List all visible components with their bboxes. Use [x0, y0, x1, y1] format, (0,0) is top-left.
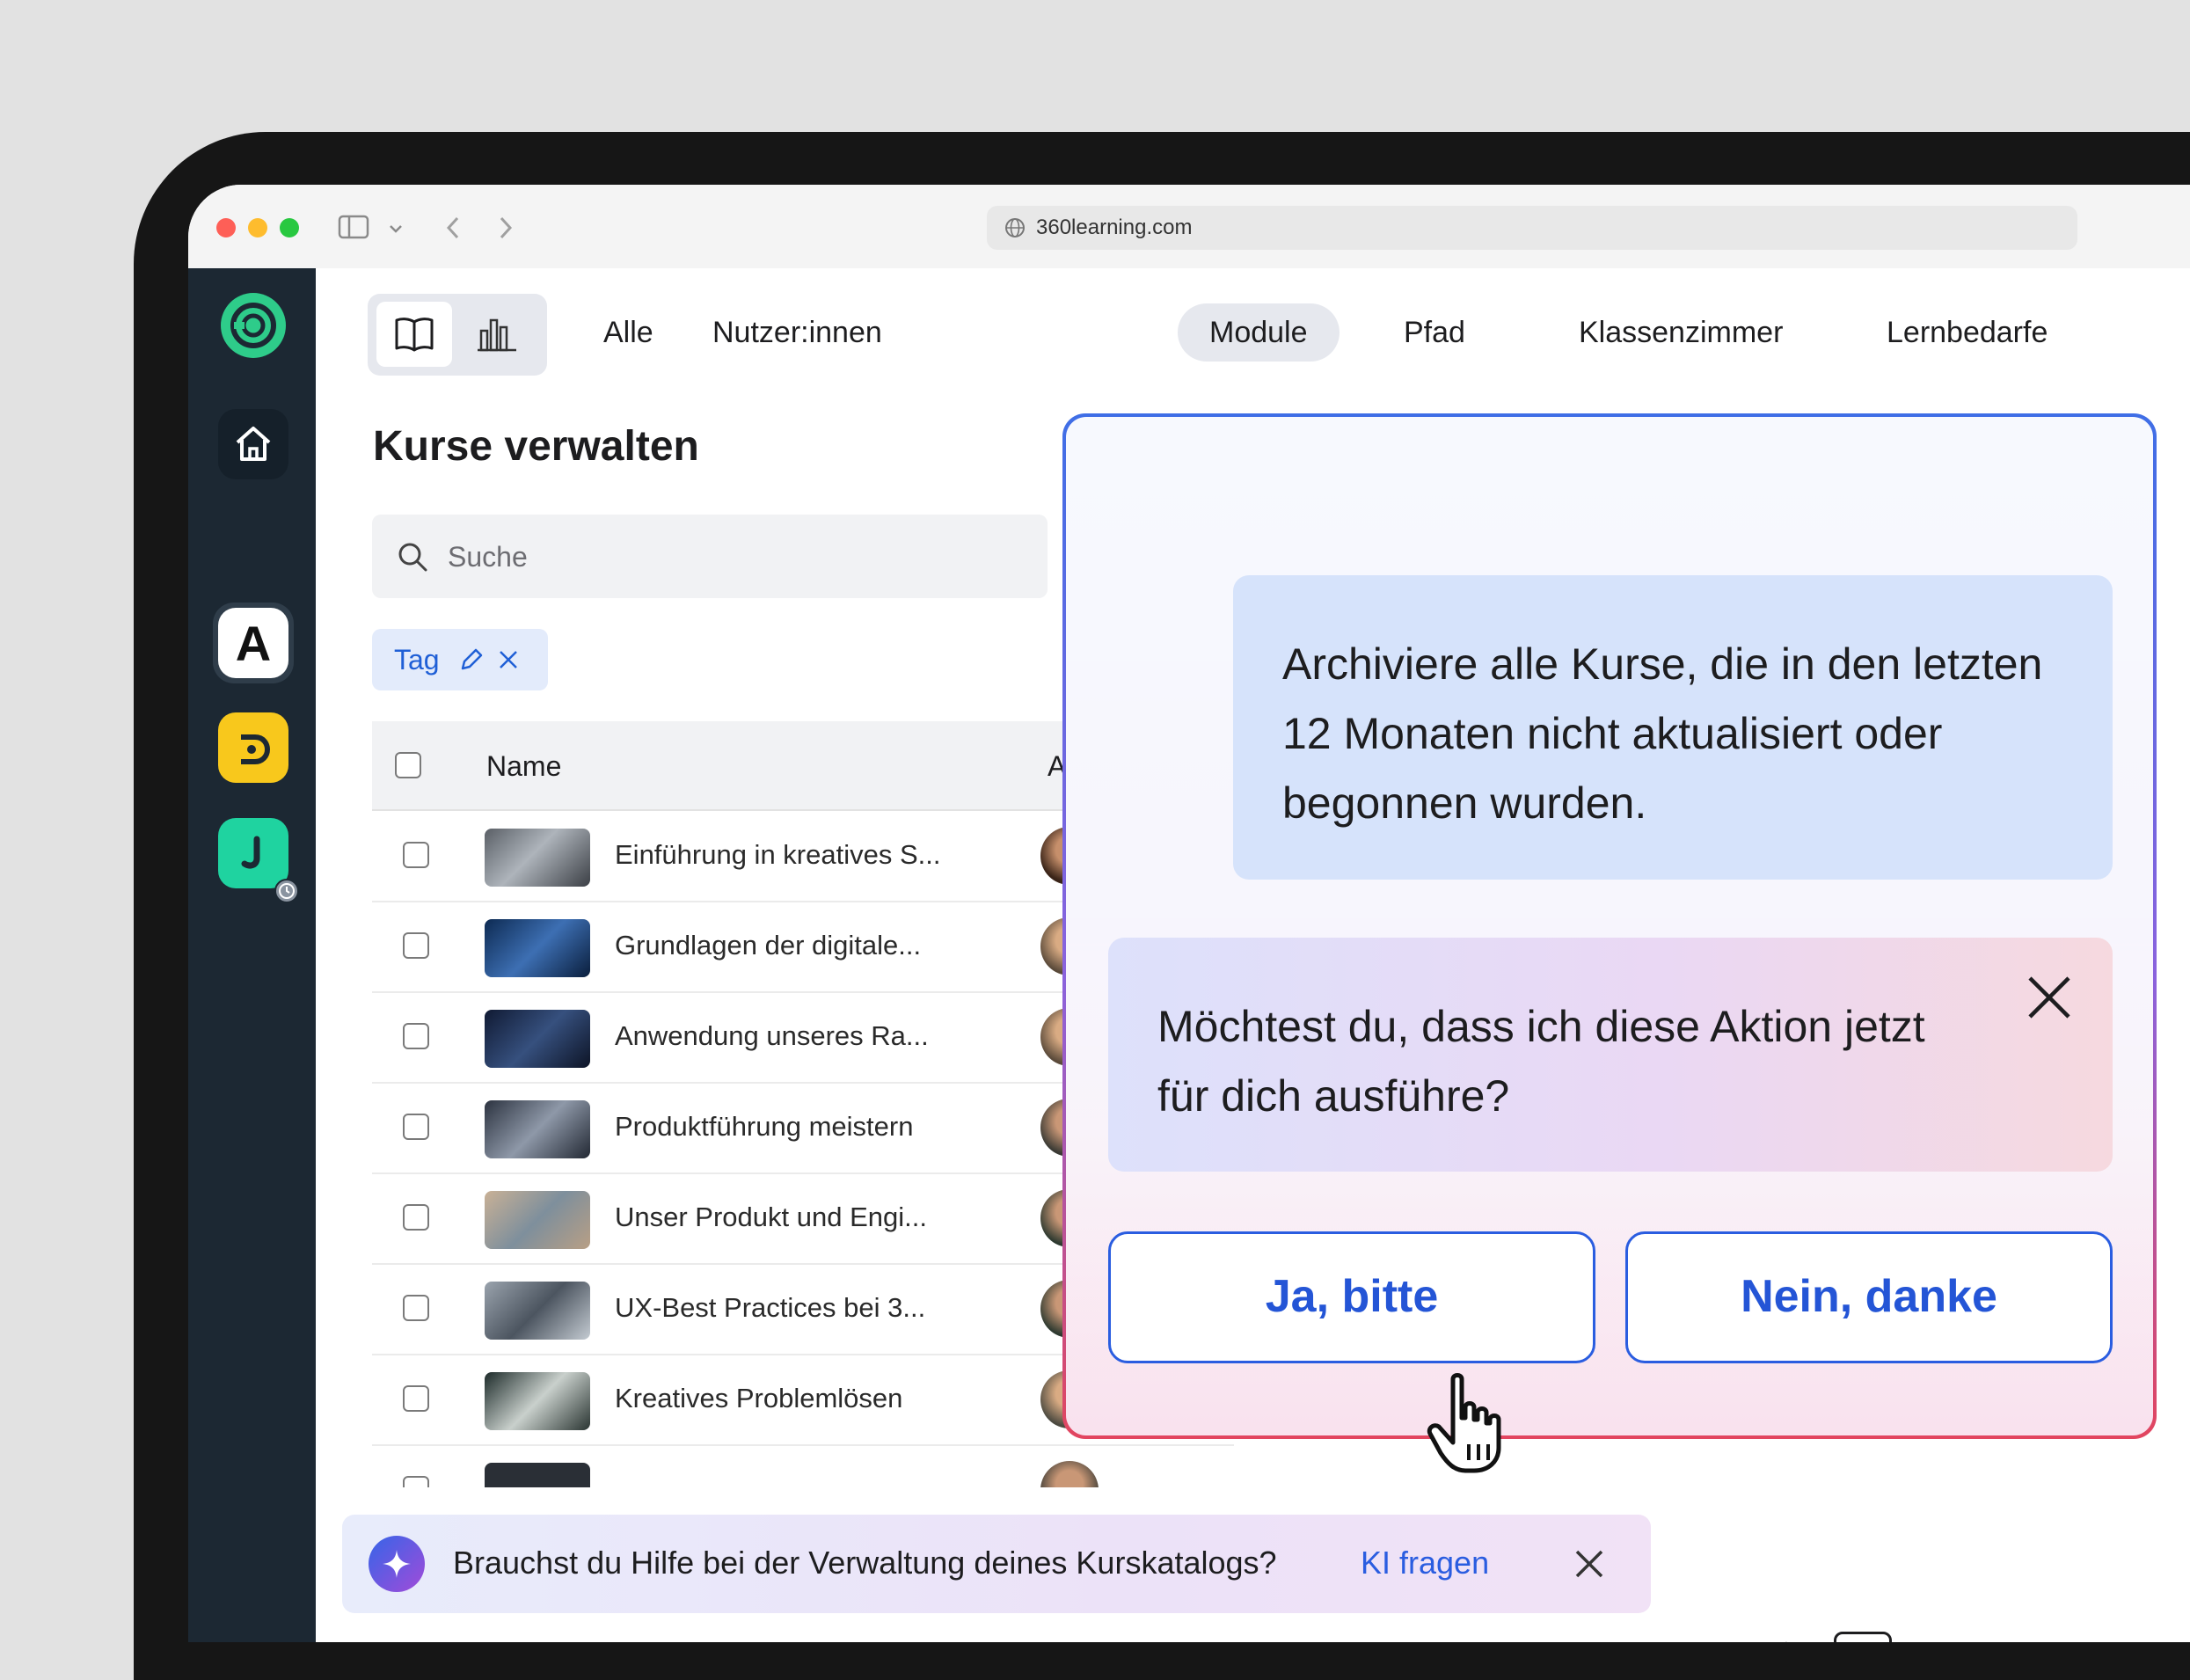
course-thumbnail	[485, 1010, 590, 1068]
course-title[interactable]: UX-Best Practices bei 3...	[615, 1292, 925, 1324]
close-icon[interactable]	[2023, 971, 2076, 1024]
back-arrow-icon[interactable]	[443, 215, 463, 241]
assistant-message-text: Möchtest du, dass ich diese Aktion jetzt…	[1157, 1002, 1925, 1121]
remove-filter-close-icon[interactable]	[497, 648, 520, 671]
url-text: 360learning.com	[1036, 215, 1193, 239]
search-placeholder: Suche	[448, 541, 528, 573]
chevron-down-icon[interactable]	[389, 223, 403, 234]
tab-alle[interactable]: Alle	[572, 303, 685, 362]
tab-nutzer-innen[interactable]: Nutzer:innen	[681, 303, 914, 362]
tag-filter-chip[interactable]: Tag	[372, 629, 548, 690]
yellow-app-icon	[241, 734, 271, 764]
page-1-button[interactable]: 1	[1834, 1632, 1892, 1642]
row-checkbox[interactable]	[403, 1385, 429, 1412]
browser-toolbar: 360learning.com	[188, 185, 2190, 269]
home-icon	[236, 427, 271, 461]
tag-filter-label: Tag	[394, 644, 440, 676]
edit-pencil-icon[interactable]	[458, 646, 485, 673]
course-thumbnail	[485, 1100, 590, 1158]
page-3-button[interactable]: 3	[1971, 1632, 2015, 1642]
course-title[interactable]: Einführung in kreatives S...	[615, 839, 940, 871]
row-checkbox[interactable]	[403, 1204, 429, 1231]
globe-icon	[1005, 218, 1025, 237]
page-title: Kurse verwalten	[373, 423, 699, 470]
course-thumbnail	[485, 1282, 590, 1340]
book-icon	[395, 318, 434, 352]
view-toggle	[368, 294, 547, 376]
ai-assistant-panel-body: Archiviere alle Kurse, die in den letzte…	[1066, 417, 2153, 1435]
course-thumbnail	[485, 1372, 590, 1430]
clock-badge-icon	[274, 879, 299, 903]
ai-help-text: Brauchst du Hilfe bei der Verwaltung dei…	[453, 1545, 1277, 1581]
catalog-view-button[interactable]	[376, 302, 452, 367]
tab-pfad[interactable]: Pfad	[1372, 303, 1497, 362]
tab-klassenzimmer[interactable]: Klassenzimmer	[1547, 303, 1814, 362]
app-a-button[interactable]: A	[213, 603, 294, 683]
close-window-button[interactable]	[216, 218, 236, 237]
page-2-button[interactable]: 2	[1904, 1632, 1948, 1642]
app-yellow-button[interactable]	[218, 712, 288, 783]
course-title[interactable]: Anwendung unseres Ra...	[615, 1020, 929, 1052]
close-icon[interactable]	[1572, 1546, 1607, 1581]
row-checkbox[interactable]	[403, 1114, 429, 1140]
tab-module[interactable]: Module	[1178, 303, 1340, 362]
confirm-yes-button[interactable]: Ja, bitte	[1108, 1231, 1595, 1363]
home-button[interactable]	[218, 409, 288, 479]
page-ellipsis: ...	[2101, 1632, 2136, 1642]
page-4-button[interactable]: 4	[2039, 1632, 2083, 1642]
row-checkbox[interactable]	[403, 1295, 429, 1321]
bar-chart-icon	[478, 318, 516, 352]
avatar	[1040, 1461, 1099, 1487]
course-thumbnail	[485, 1191, 590, 1249]
maximize-window-button[interactable]	[280, 218, 299, 237]
search-input[interactable]: Suche	[372, 515, 1048, 598]
course-title[interactable]: Kreatives Problemlösen	[615, 1383, 902, 1414]
tab-lernbedarfe[interactable]: Lernbedarfe	[1855, 303, 2079, 362]
course-thumbnail	[485, 919, 590, 977]
sparkle-badge	[369, 1536, 425, 1592]
hand-cursor-icon	[1427, 1373, 1501, 1473]
360learning-logo-icon	[221, 293, 286, 358]
app-sidebar: A	[188, 268, 316, 1642]
course-thumbnail	[485, 1463, 590, 1487]
course-title[interactable]: Unser Produkt und Engi...	[615, 1202, 927, 1233]
address-bar[interactable]: 360learning.com	[987, 206, 2077, 250]
select-all-checkbox[interactable]	[395, 752, 421, 778]
assistant-message-bubble: Möchtest du, dass ich diese Aktion jetzt…	[1108, 938, 2113, 1172]
course-title[interactable]: Grundlagen der digitale...	[615, 930, 921, 961]
ai-help-banner: Brauchst du Hilfe bei der Verwaltung dei…	[342, 1515, 1651, 1613]
analytics-view-button[interactable]	[459, 302, 535, 367]
row-checkbox[interactable]	[403, 1023, 429, 1049]
minimize-window-button[interactable]	[248, 218, 267, 237]
letter-a-app-icon: A	[218, 608, 288, 678]
course-thumbnail	[485, 829, 590, 887]
decline-no-button[interactable]: Nein, danke	[1625, 1231, 2113, 1363]
table-row[interactable]	[372, 1445, 1234, 1487]
sidebar-toggle-icon[interactable]	[338, 215, 369, 239]
logo-button[interactable]	[218, 290, 288, 361]
search-icon	[398, 543, 427, 572]
column-header-name[interactable]: Name	[486, 750, 561, 783]
teal-app-icon	[241, 836, 260, 869]
row-checkbox[interactable]	[403, 1476, 429, 1487]
ask-ai-link[interactable]: KI fragen	[1361, 1545, 1489, 1581]
ai-assistant-panel: Archiviere alle Kurse, die in den letzte…	[1062, 413, 2157, 1439]
course-title[interactable]: Produktführung meistern	[615, 1111, 913, 1143]
row-checkbox[interactable]	[403, 932, 429, 959]
user-message-bubble: Archiviere alle Kurse, die in den letzte…	[1233, 575, 2113, 880]
forward-arrow-icon[interactable]	[496, 215, 515, 241]
page-50-button[interactable]: 50	[2150, 1632, 2190, 1642]
previous-page-chevron-icon[interactable]	[1771, 1639, 1792, 1642]
sparkle-icon	[383, 1550, 411, 1578]
row-checkbox[interactable]	[403, 842, 429, 868]
